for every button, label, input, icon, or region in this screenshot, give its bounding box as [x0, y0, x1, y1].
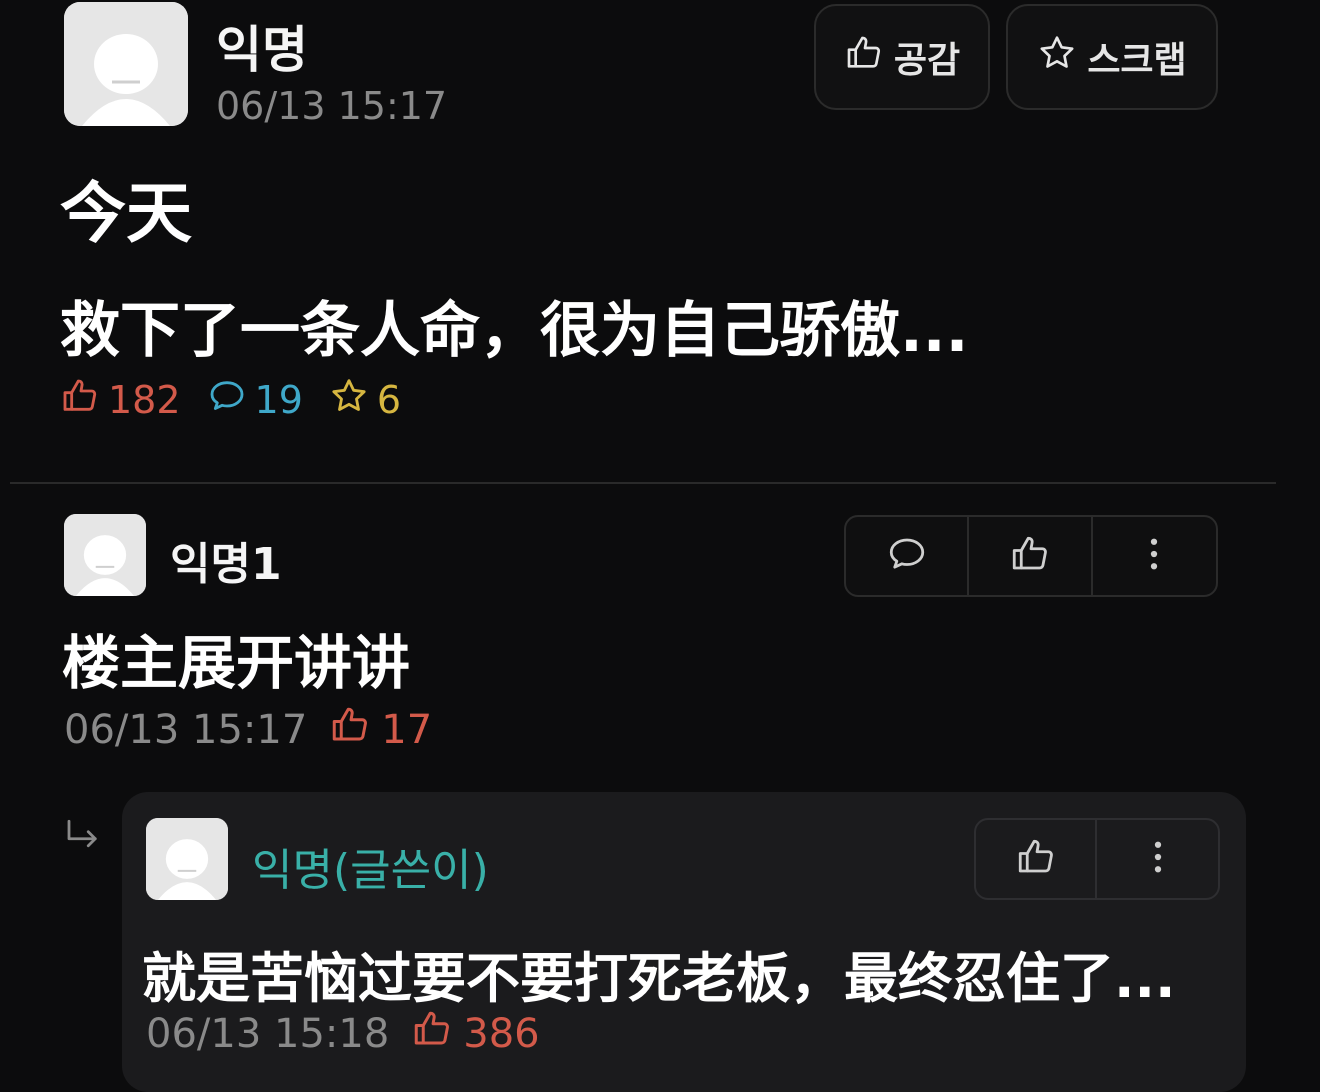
post-scrap-button[interactable]: 스크랩 [1006, 4, 1218, 110]
comment-like-count-value: 17 [381, 707, 433, 753]
post-author-name: 익명 [216, 21, 308, 79]
more-vertical-icon [1137, 836, 1179, 882]
reply-date: 06/13 15:18 [146, 1011, 390, 1057]
comment-author-name: 익명1 [170, 539, 282, 590]
comment-date: 06/13 15:17 [64, 707, 308, 753]
comment-meta: 06/13 15:17 17 [64, 704, 432, 756]
thumbs-up-icon [411, 1008, 453, 1060]
more-vertical-icon [1133, 533, 1175, 579]
thumbs-up-icon [60, 376, 100, 425]
comment-more-button[interactable] [1093, 517, 1216, 595]
reply-like-count-value: 386 [463, 1011, 540, 1057]
divider [10, 482, 1276, 484]
reply-more-button[interactable] [1097, 820, 1218, 898]
comment-like-count: 17 [329, 704, 432, 756]
post-like-label: 공감 [893, 40, 961, 81]
post-title: 今天 [60, 175, 192, 252]
post-stats: 182 19 6 [60, 374, 427, 426]
comment-author-avatar[interactable] [64, 514, 146, 596]
post-comment-count: 19 [207, 376, 303, 425]
star-icon [1037, 33, 1077, 82]
comment-bubble-icon [207, 376, 247, 425]
post-date: 06/13 15:17 [216, 84, 448, 128]
post-comment-count-value: 19 [254, 378, 303, 422]
star-icon [329, 376, 369, 425]
post-author-avatar[interactable] [64, 2, 188, 126]
comment-text: 楼主展开讲讲 [62, 629, 411, 697]
reply-actions [974, 818, 1220, 900]
reply-author-name: 익명(글쓴이) [252, 845, 489, 896]
comment-bubble-icon [886, 533, 928, 579]
post-scrap-label: 스크랩 [1087, 40, 1187, 81]
reply-like-count: 386 [411, 1008, 540, 1060]
comment-like-button[interactable] [969, 517, 1093, 595]
thumbs-up-icon [329, 704, 371, 756]
post-like-button[interactable]: 공감 [814, 4, 990, 110]
reply-author-avatar[interactable] [146, 818, 228, 900]
thumbs-up-icon [1009, 533, 1051, 579]
post-like-count: 182 [60, 376, 181, 425]
post-scrap-count-value: 6 [376, 378, 402, 422]
post-like-count-value: 182 [108, 378, 181, 422]
post-scrap-count: 6 [329, 376, 401, 425]
thumbs-up-icon [844, 33, 884, 82]
post-body: 救下了一条人命，很为自己骄傲... [60, 296, 969, 366]
reply-like-button[interactable] [976, 820, 1098, 898]
thumbs-up-icon [1015, 836, 1057, 882]
comment-reply-button[interactable] [846, 517, 970, 595]
reply-meta: 06/13 15:18 386 [146, 1008, 540, 1060]
reply-arrow-icon [62, 816, 104, 858]
comment-actions [844, 515, 1218, 597]
reply-text: 就是苦恼过要不要打死老板，最终忍住了... [142, 947, 1176, 1010]
